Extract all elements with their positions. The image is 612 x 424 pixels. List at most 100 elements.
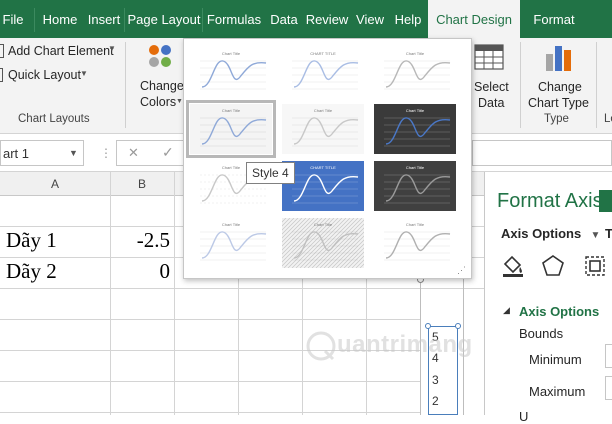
chart-style-thumb-9[interactable]: Chart Title: [374, 161, 456, 211]
thumb-title: Chart Title: [406, 222, 425, 227]
cell-series-name[interactable]: Dãy 2: [6, 259, 57, 284]
ribbon-separator: [520, 42, 521, 128]
chart-style-thumb-12[interactable]: Chart Title: [374, 218, 456, 268]
size-properties-icon[interactable]: [583, 254, 607, 278]
quick-layout-label: Quick Layout: [8, 68, 81, 82]
location-group-label: Lo: [604, 113, 612, 125]
cell-series-name[interactable]: Dãy 1: [6, 228, 57, 253]
quick-layout-icon: [0, 68, 3, 82]
tab-separator: [202, 8, 203, 32]
tab-formulas[interactable]: Formulas: [204, 0, 264, 38]
thumb-title: CHART TITLE: [310, 51, 336, 56]
pane-close-button[interactable]: [599, 190, 612, 212]
tab-review[interactable]: Review: [304, 0, 350, 38]
chart-style-thumb-2[interactable]: CHART TITLE: [282, 47, 364, 97]
tab-view[interactable]: View: [352, 0, 388, 38]
row-line: [0, 412, 420, 413]
chart-style-thumb-11[interactable]: Chart Title: [282, 218, 364, 268]
tab-separator: [124, 8, 125, 32]
column-line: [110, 172, 111, 415]
thumb-title: Chart Title: [314, 222, 333, 227]
change-chart-type-label-1: Change: [538, 80, 582, 94]
name-box[interactable]: art 1 ▼: [0, 140, 84, 166]
thumb-title: Chart Title: [406, 51, 425, 56]
change-colors-button[interactable]: Change Colors ▼: [134, 40, 184, 112]
cancel-entry-button[interactable]: ✕: [128, 145, 139, 161]
thumb-title: Chart Title: [406, 108, 425, 113]
chevron-down-icon: ▼: [108, 44, 116, 53]
change-chart-type-button[interactable]: Change Chart Type: [526, 42, 592, 114]
chart-style-thumb-10[interactable]: Chart Title: [190, 218, 272, 268]
add-chart-element-icon: [0, 44, 4, 58]
row-line: [0, 288, 484, 289]
watermark-text: uantrimang: [337, 331, 473, 358]
tab-file[interactable]: File: [0, 0, 26, 38]
units-label: U: [519, 409, 529, 424]
minimum-input[interactable]: [605, 344, 612, 368]
chevron-down-icon: ▼: [69, 148, 78, 158]
chart-style-thumb-3[interactable]: Chart Title: [374, 47, 456, 97]
ribbon-tab-bar: File Home Insert Page Layout Formulas Data Rev…: [0, 0, 612, 40]
collapse-triangle-icon[interactable]: ◢: [503, 305, 510, 316]
thumb-title: CHART TITLE: [310, 165, 336, 170]
bar-chart-icon: [546, 46, 571, 71]
ribbon-separator: [596, 42, 597, 128]
column-header-a[interactable]: A: [0, 172, 110, 196]
change-colors-label-2: Colors: [140, 95, 177, 109]
thumb-title: Chart Title: [406, 165, 425, 170]
fill-bucket-icon[interactable]: [501, 254, 525, 278]
quick-layout-button[interactable]: Quick Layout ▼: [0, 64, 92, 86]
thumb-title: Chart Title: [222, 51, 241, 56]
tab-data[interactable]: Data: [266, 0, 302, 38]
enter-entry-button[interactable]: ✓: [162, 144, 174, 161]
chart-style-preview: Chart Title: [190, 218, 272, 268]
select-data-button[interactable]: Select Data: [472, 42, 509, 114]
chart-style-preview: Chart Title: [282, 218, 364, 268]
column-line: [174, 172, 175, 415]
watermark: uantrimang: [305, 328, 515, 368]
chart-styles-gallery: Chart Title CHART TITLE Chart Title Chart T…: [183, 38, 472, 279]
change-chart-type-label-2: Chart Type: [528, 96, 589, 110]
chart-style-thumb-1[interactable]: Chart Title: [190, 47, 272, 97]
tab-page-layout[interactable]: Page Layout: [126, 0, 202, 38]
axis-options-tab-label: Axis Options: [501, 226, 582, 241]
row-line: [0, 381, 420, 382]
maximum-label: Maximum: [529, 384, 586, 399]
row-line: [0, 319, 420, 320]
chart-style-thumb-5[interactable]: Chart Title: [282, 104, 364, 154]
formula-bar-right-input[interactable]: [472, 140, 612, 166]
axis-options-section-label[interactable]: Axis Options: [519, 304, 599, 319]
formula-input-area: [116, 140, 186, 166]
cell-series-value[interactable]: -2.5: [110, 228, 170, 253]
pane-title: Format Axis: [497, 190, 603, 212]
thumb-title: Chart Title: [222, 222, 241, 227]
tab-help[interactable]: Help: [390, 0, 426, 38]
tab-chart-design[interactable]: Chart Design: [428, 0, 520, 40]
axis-tick-label: 2: [432, 394, 439, 408]
gallery-resize-grip-icon[interactable]: ⋰: [457, 265, 466, 276]
type-group-label: Type: [544, 113, 569, 125]
chart-style-thumb-4[interactable]: Chart Title: [186, 100, 276, 158]
ribbon-separator: [125, 42, 126, 128]
formula-bar-grip-icon: ⋮: [100, 146, 112, 160]
chart-style-thumb-6[interactable]: Chart Title: [374, 104, 456, 154]
add-chart-element-button[interactable]: Add Chart Element ▼: [0, 40, 118, 62]
tab-insert[interactable]: Insert: [84, 0, 124, 38]
maximum-input[interactable]: [605, 376, 612, 400]
bounds-label: Bounds: [519, 326, 564, 341]
chart-style-preview: Chart Title: [282, 104, 364, 154]
change-colors-label-1: Change: [140, 79, 184, 93]
add-chart-element-label: Add Chart Element: [8, 44, 114, 58]
name-box-value: art 1: [3, 146, 30, 161]
tab-format[interactable]: Format: [526, 0, 582, 38]
chart-layouts-group-label: Chart Layouts: [18, 113, 90, 125]
column-header-b[interactable]: B: [110, 172, 174, 196]
text-options-tab[interactable]: T: [605, 226, 612, 241]
chart-style-preview: Chart Title: [374, 161, 456, 211]
tab-home[interactable]: Home: [38, 0, 82, 38]
chart-style-preview: Chart Title: [190, 104, 272, 154]
axis-options-tab[interactable]: Axis Options ▼: [501, 226, 600, 241]
caret-down-icon: ▼: [590, 230, 601, 241]
cell-series-value[interactable]: 0: [110, 259, 171, 284]
pentagon-effects-icon[interactable]: [541, 254, 565, 278]
